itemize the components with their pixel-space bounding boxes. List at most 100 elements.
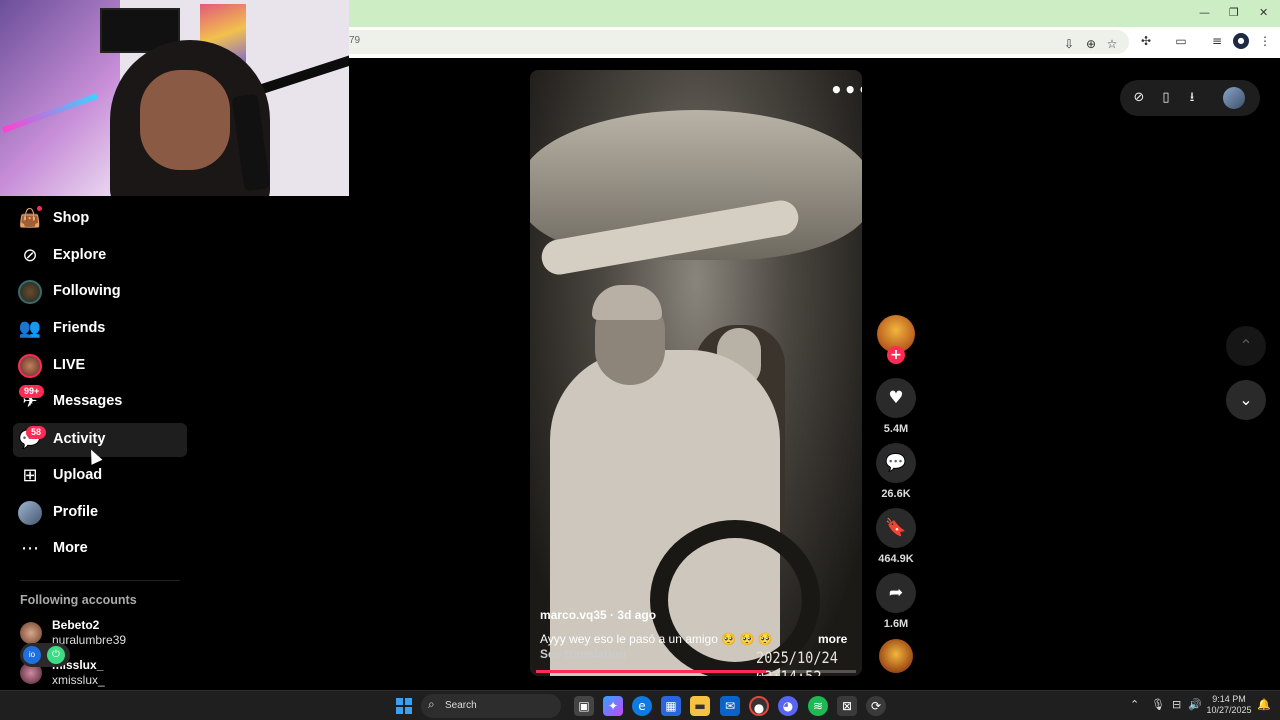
heart-icon: ♥ [888, 388, 904, 408]
address-bar[interactable]: 79 ⇩ ⊕ ☆ [349, 30, 1129, 54]
edge-icon[interactable]: e [632, 696, 652, 716]
save-button[interactable]: 🔖 [876, 508, 916, 548]
search-icon: ⌕ [428, 697, 435, 711]
caption-more-link[interactable]: more [818, 632, 847, 646]
comment-icon: 💬 [885, 453, 907, 473]
bookmark-star-icon[interactable]: ☆ [1104, 36, 1120, 52]
outlook-icon[interactable]: ✉ [720, 696, 740, 716]
account-name: Bebeto2 [52, 618, 100, 632]
sidebar-item-label: LIVE [53, 357, 86, 373]
phone-icon[interactable]: ▯ [1157, 89, 1175, 107]
activity-badge: 58 [26, 426, 47, 439]
previous-video-button[interactable]: ⌃ [1226, 326, 1266, 366]
sidebar-item-more[interactable]: ⋯ More [13, 532, 187, 566]
like-count: 5.4M [883, 423, 909, 435]
address-text: 79 [349, 35, 361, 46]
live-avatar-icon [18, 354, 42, 378]
video-progress-fill [536, 670, 767, 673]
notifications-bell-icon[interactable]: 🔔 [1257, 698, 1271, 711]
power-icon[interactable]: ⏻ [47, 646, 65, 664]
chevron-down-icon: ⌄ [1239, 390, 1253, 409]
profile-avatar-icon [18, 501, 42, 525]
sidebar-item-label: Shop [53, 210, 90, 226]
spotify-icon[interactable]: ≋ [808, 696, 828, 716]
sidebar-item-label: Following [53, 283, 121, 299]
browser-toolbar: 79 ⇩ ⊕ ☆ ✣ ▭ ≡ ● ⋮ [349, 27, 1280, 58]
menu-kebab-icon[interactable]: ⋮ [1257, 33, 1273, 49]
media-controls-icon[interactable]: ≡ [1209, 33, 1225, 49]
streamer-webcam [0, 0, 349, 196]
chrome-icon[interactable]: ● [749, 696, 769, 716]
sidebar-item-friends[interactable]: 👥 Friends [13, 312, 187, 346]
follow-plus-icon[interactable]: + [887, 346, 905, 364]
zoom-icon[interactable]: ⊕ [1083, 36, 1099, 52]
sidebar: 👜 Shop ⊘ Explore Following 👥 Friends LIV… [0, 196, 200, 690]
friends-icon: 👥 [18, 318, 42, 339]
windows-taskbar: ⌕ Search ▣ ✦ e ▦ ▬ ✉ ● ◕ ≋ ⊠ ⟳ ⌃ 🎙 ⊟ 🔊 9… [0, 690, 1280, 720]
file-explorer-icon[interactable]: ▬ [690, 696, 710, 716]
task-view-icon[interactable]: ▣ [574, 696, 594, 716]
top-right-tools: ⊘ ▯ ⭳ [1120, 80, 1260, 116]
volume-icon[interactable]: 🔊 [1188, 698, 1202, 711]
profile-avatar-icon[interactable]: ● [1233, 33, 1249, 49]
like-button[interactable]: ♥ [876, 378, 916, 418]
sidebar-item-activity[interactable]: 💬 58 Activity [13, 423, 187, 457]
extensions-icon[interactable]: ✣ [1138, 33, 1154, 49]
screen: — ❐ ✕ 79 ⇩ ⊕ ☆ ✣ ▭ ≡ ● ⋮ 👜 Shop ⊘ Explor… [0, 0, 1280, 720]
comment-button[interactable]: 💬 [876, 443, 916, 483]
video-player[interactable]: ••• marco.vq35 · 3d ago Ayyy wey eso le … [530, 70, 862, 676]
install-app-icon[interactable]: ⇩ [1061, 36, 1077, 52]
browser-titlebar: — ❐ ✕ [349, 0, 1280, 27]
sidebar-item-messages[interactable]: ✈ 99+ Messages [13, 385, 187, 419]
upload-icon: ⊞ [22, 465, 38, 486]
clock-date: 10/27/2025 [1206, 705, 1252, 715]
share-arrow-icon: ➦ [888, 583, 904, 603]
sidebar-item-profile[interactable]: Profile [13, 496, 187, 530]
sidebar-item-label: Upload [53, 467, 103, 483]
sidebar-item-upload[interactable]: ⊞ Upload [13, 459, 187, 493]
next-video-button[interactable]: ⌄ [1226, 380, 1266, 420]
user-avatar[interactable] [1223, 87, 1245, 109]
see-translation-link[interactable]: See translation [540, 647, 626, 661]
restore-icon[interactable]: ❐ [1229, 6, 1239, 19]
shop-notification-dot [37, 206, 42, 211]
store-icon[interactable]: ▦ [661, 696, 681, 716]
sidebar-item-explore[interactable]: ⊘ Explore [13, 239, 187, 273]
taskbar-clock[interactable]: 9:14 PM 10/27/2025 [1206, 694, 1252, 716]
chevron-up-icon: ⌃ [1239, 336, 1253, 355]
compass-icon: ⊘ [22, 245, 38, 266]
video-progress-bar[interactable] [536, 670, 856, 673]
discord-icon[interactable]: ◕ [778, 696, 798, 716]
cast-icon[interactable]: ▭ [1173, 33, 1189, 49]
messages-badge: 99+ [19, 385, 45, 398]
following-avatar-icon [18, 280, 42, 304]
sidebar-item-following[interactable]: Following [13, 275, 187, 309]
floating-widget[interactable]: io ⏻ [20, 643, 70, 667]
app-icon[interactable]: ⟳ [866, 696, 886, 716]
network-icon[interactable]: ⊟ [1172, 698, 1181, 711]
save-count: 464.9K [878, 553, 914, 565]
share-count: 1.6M [883, 618, 909, 630]
close-icon[interactable]: ✕ [1259, 6, 1268, 19]
video-options-icon[interactable]: ••• [830, 78, 862, 102]
video-author[interactable]: marco.vq35 [540, 608, 607, 622]
minimize-icon[interactable]: — [1199, 6, 1210, 19]
sidebar-item-shop[interactable]: 👜 Shop [13, 202, 187, 236]
windows-start-icon[interactable] [396, 698, 412, 714]
video-author-line[interactable]: marco.vq35 · 3d ago [540, 608, 656, 622]
sidebar-item-label: Messages [53, 393, 123, 409]
download-icon[interactable]: ⭳ [1183, 89, 1201, 107]
taskbar-search[interactable]: ⌕ Search [421, 694, 561, 718]
more-icon: ⋯ [21, 538, 39, 559]
autoscroll-icon[interactable]: ⊘ [1130, 89, 1148, 107]
share-button[interactable]: ➦ [876, 573, 916, 613]
widget-app-icon[interactable]: io [23, 646, 41, 664]
tray-chevron-up-icon[interactable]: ⌃ [1130, 698, 1139, 711]
copilot-icon[interactable]: ✦ [603, 696, 623, 716]
sidebar-item-live[interactable]: LIVE [13, 349, 187, 383]
sound-disc-avatar[interactable] [879, 639, 913, 673]
bookmark-icon: 🔖 [885, 518, 907, 538]
video-caption: Ayyy wey eso le pasó a un amigo 🥺 🥺 🥺 [540, 632, 773, 646]
xbox-app-icon[interactable]: ⊠ [837, 696, 857, 716]
microphone-icon[interactable]: 🎙 [1151, 698, 1165, 711]
